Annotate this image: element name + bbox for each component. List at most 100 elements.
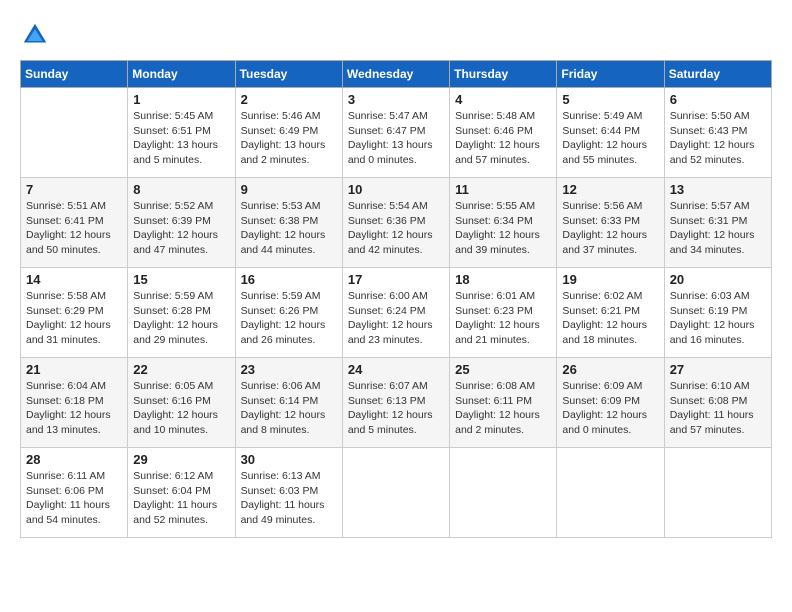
calendar-cell: 27 Sunrise: 6:10 AMSunset: 6:08 PMDaylig… — [664, 358, 771, 448]
calendar-cell: 5 Sunrise: 5:49 AMSunset: 6:44 PMDayligh… — [557, 88, 664, 178]
weekday-header-friday: Friday — [557, 61, 664, 88]
calendar-week-row: 21 Sunrise: 6:04 AMSunset: 6:18 PMDaylig… — [21, 358, 772, 448]
day-info: Sunrise: 6:09 AMSunset: 6:09 PMDaylight:… — [562, 379, 658, 438]
calendar-cell: 18 Sunrise: 6:01 AMSunset: 6:23 PMDaylig… — [450, 268, 557, 358]
day-number: 20 — [670, 272, 766, 287]
logo — [20, 20, 54, 50]
day-info: Sunrise: 5:59 AMSunset: 6:28 PMDaylight:… — [133, 289, 229, 348]
day-number: 24 — [348, 362, 444, 377]
calendar-table: SundayMondayTuesdayWednesdayThursdayFrid… — [20, 60, 772, 538]
calendar-week-row: 7 Sunrise: 5:51 AMSunset: 6:41 PMDayligh… — [21, 178, 772, 268]
day-info: Sunrise: 6:08 AMSunset: 6:11 PMDaylight:… — [455, 379, 551, 438]
day-number: 3 — [348, 92, 444, 107]
day-number: 29 — [133, 452, 229, 467]
weekday-header-saturday: Saturday — [664, 61, 771, 88]
day-number: 8 — [133, 182, 229, 197]
day-info: Sunrise: 6:10 AMSunset: 6:08 PMDaylight:… — [670, 379, 766, 438]
calendar-cell — [557, 448, 664, 538]
day-info: Sunrise: 6:13 AMSunset: 6:03 PMDaylight:… — [241, 469, 337, 528]
day-info: Sunrise: 5:57 AMSunset: 6:31 PMDaylight:… — [670, 199, 766, 258]
day-info: Sunrise: 5:53 AMSunset: 6:38 PMDaylight:… — [241, 199, 337, 258]
calendar-week-row: 28 Sunrise: 6:11 AMSunset: 6:06 PMDaylig… — [21, 448, 772, 538]
calendar-cell: 6 Sunrise: 5:50 AMSunset: 6:43 PMDayligh… — [664, 88, 771, 178]
calendar-header-row: SundayMondayTuesdayWednesdayThursdayFrid… — [21, 61, 772, 88]
day-info: Sunrise: 5:49 AMSunset: 6:44 PMDaylight:… — [562, 109, 658, 168]
calendar-cell: 9 Sunrise: 5:53 AMSunset: 6:38 PMDayligh… — [235, 178, 342, 268]
day-info: Sunrise: 6:04 AMSunset: 6:18 PMDaylight:… — [26, 379, 122, 438]
calendar-cell — [342, 448, 449, 538]
calendar-cell: 30 Sunrise: 6:13 AMSunset: 6:03 PMDaylig… — [235, 448, 342, 538]
calendar-cell: 12 Sunrise: 5:56 AMSunset: 6:33 PMDaylig… — [557, 178, 664, 268]
calendar-cell: 14 Sunrise: 5:58 AMSunset: 6:29 PMDaylig… — [21, 268, 128, 358]
day-number: 15 — [133, 272, 229, 287]
day-number: 6 — [670, 92, 766, 107]
day-number: 21 — [26, 362, 122, 377]
calendar-cell: 19 Sunrise: 6:02 AMSunset: 6:21 PMDaylig… — [557, 268, 664, 358]
day-info: Sunrise: 5:51 AMSunset: 6:41 PMDaylight:… — [26, 199, 122, 258]
day-info: Sunrise: 5:45 AMSunset: 6:51 PMDaylight:… — [133, 109, 229, 168]
calendar-cell: 26 Sunrise: 6:09 AMSunset: 6:09 PMDaylig… — [557, 358, 664, 448]
weekday-header-thursday: Thursday — [450, 61, 557, 88]
calendar-cell: 22 Sunrise: 6:05 AMSunset: 6:16 PMDaylig… — [128, 358, 235, 448]
day-info: Sunrise: 6:00 AMSunset: 6:24 PMDaylight:… — [348, 289, 444, 348]
day-number: 4 — [455, 92, 551, 107]
day-info: Sunrise: 5:56 AMSunset: 6:33 PMDaylight:… — [562, 199, 658, 258]
calendar-week-row: 1 Sunrise: 5:45 AMSunset: 6:51 PMDayligh… — [21, 88, 772, 178]
calendar-cell: 21 Sunrise: 6:04 AMSunset: 6:18 PMDaylig… — [21, 358, 128, 448]
day-number: 30 — [241, 452, 337, 467]
day-info: Sunrise: 5:58 AMSunset: 6:29 PMDaylight:… — [26, 289, 122, 348]
day-info: Sunrise: 5:55 AMSunset: 6:34 PMDaylight:… — [455, 199, 551, 258]
day-number: 16 — [241, 272, 337, 287]
day-number: 13 — [670, 182, 766, 197]
calendar-cell: 11 Sunrise: 5:55 AMSunset: 6:34 PMDaylig… — [450, 178, 557, 268]
calendar-cell: 17 Sunrise: 6:00 AMSunset: 6:24 PMDaylig… — [342, 268, 449, 358]
calendar-cell — [664, 448, 771, 538]
day-info: Sunrise: 6:11 AMSunset: 6:06 PMDaylight:… — [26, 469, 122, 528]
day-info: Sunrise: 6:05 AMSunset: 6:16 PMDaylight:… — [133, 379, 229, 438]
day-number: 25 — [455, 362, 551, 377]
day-number: 18 — [455, 272, 551, 287]
day-number: 28 — [26, 452, 122, 467]
day-info: Sunrise: 6:01 AMSunset: 6:23 PMDaylight:… — [455, 289, 551, 348]
calendar-cell: 1 Sunrise: 5:45 AMSunset: 6:51 PMDayligh… — [128, 88, 235, 178]
day-number: 23 — [241, 362, 337, 377]
day-number: 17 — [348, 272, 444, 287]
day-number: 2 — [241, 92, 337, 107]
page-header — [20, 20, 772, 50]
calendar-cell: 13 Sunrise: 5:57 AMSunset: 6:31 PMDaylig… — [664, 178, 771, 268]
day-number: 1 — [133, 92, 229, 107]
calendar-cell: 7 Sunrise: 5:51 AMSunset: 6:41 PMDayligh… — [21, 178, 128, 268]
calendar-cell: 28 Sunrise: 6:11 AMSunset: 6:06 PMDaylig… — [21, 448, 128, 538]
calendar-cell — [21, 88, 128, 178]
day-number: 11 — [455, 182, 551, 197]
day-number: 22 — [133, 362, 229, 377]
calendar-cell: 25 Sunrise: 6:08 AMSunset: 6:11 PMDaylig… — [450, 358, 557, 448]
weekday-header-tuesday: Tuesday — [235, 61, 342, 88]
day-info: Sunrise: 6:12 AMSunset: 6:04 PMDaylight:… — [133, 469, 229, 528]
calendar-cell — [450, 448, 557, 538]
day-number: 7 — [26, 182, 122, 197]
calendar-cell: 4 Sunrise: 5:48 AMSunset: 6:46 PMDayligh… — [450, 88, 557, 178]
calendar-cell: 3 Sunrise: 5:47 AMSunset: 6:47 PMDayligh… — [342, 88, 449, 178]
day-info: Sunrise: 5:52 AMSunset: 6:39 PMDaylight:… — [133, 199, 229, 258]
day-info: Sunrise: 5:50 AMSunset: 6:43 PMDaylight:… — [670, 109, 766, 168]
day-info: Sunrise: 6:03 AMSunset: 6:19 PMDaylight:… — [670, 289, 766, 348]
day-info: Sunrise: 6:02 AMSunset: 6:21 PMDaylight:… — [562, 289, 658, 348]
day-info: Sunrise: 5:54 AMSunset: 6:36 PMDaylight:… — [348, 199, 444, 258]
weekday-header-monday: Monday — [128, 61, 235, 88]
calendar-cell: 10 Sunrise: 5:54 AMSunset: 6:36 PMDaylig… — [342, 178, 449, 268]
day-info: Sunrise: 5:48 AMSunset: 6:46 PMDaylight:… — [455, 109, 551, 168]
day-info: Sunrise: 5:59 AMSunset: 6:26 PMDaylight:… — [241, 289, 337, 348]
day-number: 9 — [241, 182, 337, 197]
day-info: Sunrise: 6:06 AMSunset: 6:14 PMDaylight:… — [241, 379, 337, 438]
day-number: 5 — [562, 92, 658, 107]
calendar-cell: 15 Sunrise: 5:59 AMSunset: 6:28 PMDaylig… — [128, 268, 235, 358]
day-info: Sunrise: 5:46 AMSunset: 6:49 PMDaylight:… — [241, 109, 337, 168]
calendar-cell: 8 Sunrise: 5:52 AMSunset: 6:39 PMDayligh… — [128, 178, 235, 268]
calendar-cell: 24 Sunrise: 6:07 AMSunset: 6:13 PMDaylig… — [342, 358, 449, 448]
day-number: 19 — [562, 272, 658, 287]
calendar-week-row: 14 Sunrise: 5:58 AMSunset: 6:29 PMDaylig… — [21, 268, 772, 358]
calendar-cell: 23 Sunrise: 6:06 AMSunset: 6:14 PMDaylig… — [235, 358, 342, 448]
day-number: 26 — [562, 362, 658, 377]
calendar-cell: 29 Sunrise: 6:12 AMSunset: 6:04 PMDaylig… — [128, 448, 235, 538]
